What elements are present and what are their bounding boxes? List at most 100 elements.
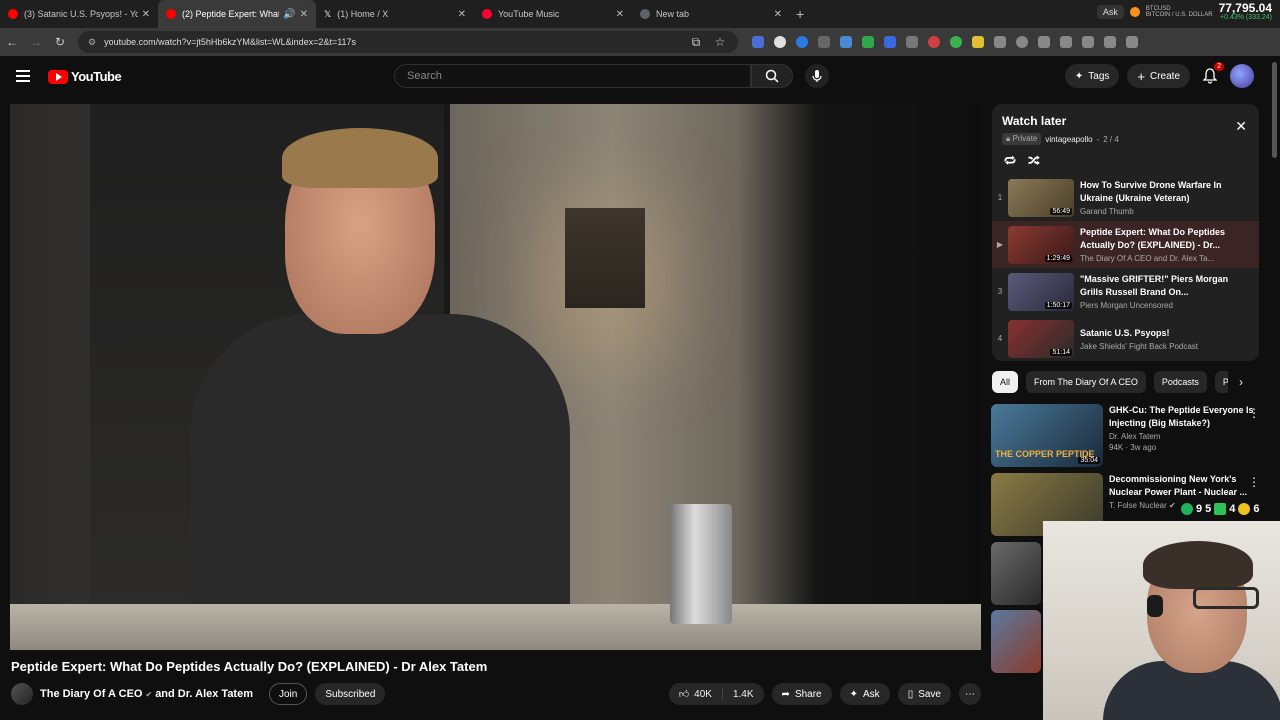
extension-icon[interactable] — [862, 36, 874, 48]
overlay-count: 6 — [1253, 503, 1260, 515]
tags-button[interactable]: ✦ Tags — [1064, 64, 1120, 88]
loop-icon[interactable]: 🔁︎ — [1004, 153, 1016, 170]
chip-podcasts[interactable]: Podcasts — [1153, 371, 1207, 393]
close-tab-icon[interactable]: ✕ — [300, 9, 308, 20]
share-button[interactable]: ➦ Share — [771, 683, 832, 705]
more-actions-button[interactable]: ⋯ — [959, 683, 981, 705]
ask-button[interactable]: ✦ Ask — [839, 683, 890, 705]
video-thumbnail[interactable] — [991, 542, 1041, 605]
chip-from-channel[interactable]: From The Diary Of A CEO — [1026, 371, 1146, 393]
extension-icon[interactable] — [840, 36, 852, 48]
playlist-item-title[interactable]: Peptide Expert: What Do Peptides Actuall… — [1080, 226, 1253, 252]
playlist-title[interactable]: Watch later — [1002, 114, 1249, 128]
like-button[interactable]: 👍︎ 40K — [669, 688, 723, 700]
save-button[interactable]: ▯ Save — [897, 683, 951, 705]
save-label: Save — [918, 688, 941, 700]
recommended-channel[interactable]: Dr. Alex Tatem — [1109, 432, 1258, 441]
account-avatar[interactable] — [1230, 64, 1254, 88]
extension-icon[interactable] — [950, 36, 962, 48]
shuffle-icon[interactable]: 🔀︎ — [1028, 153, 1040, 170]
menu-icon[interactable] — [1126, 36, 1138, 48]
close-tab-icon[interactable]: ✕ — [774, 9, 782, 20]
notifications-button[interactable]: 2 — [1198, 62, 1224, 88]
close-tab-icon[interactable]: ✕ — [458, 9, 466, 20]
video-thumbnail[interactable] — [991, 610, 1041, 673]
ask-button[interactable]: Ask — [1096, 4, 1124, 19]
video-frame-wall-lamp — [565, 208, 645, 308]
recommended-video[interactable]: THE COPPER PEPTIDE 35:04 GHK-Cu: The Pep… — [991, 404, 1280, 470]
code-icon[interactable] — [1060, 36, 1072, 48]
extension-icon[interactable] — [906, 36, 918, 48]
back-icon[interactable]: ← — [0, 35, 24, 49]
green-x-icon — [1181, 503, 1193, 515]
close-tab-icon[interactable]: ✕ — [142, 9, 150, 20]
extension-icon[interactable] — [774, 36, 786, 48]
video-thumbnail[interactable]: 56:49 — [1008, 178, 1074, 217]
channel-name: T. Folse Nuclear — [1109, 501, 1167, 510]
channel-avatar[interactable] — [11, 683, 33, 705]
hamburger-menu-icon[interactable] — [16, 70, 30, 82]
browser-tab[interactable]: (3) Satanic U.S. Psyops! - YouTube ✕ — [0, 0, 158, 28]
extension-icon[interactable] — [1082, 36, 1094, 48]
video-thumbnail[interactable]: 51:14 — [1008, 319, 1074, 358]
more-vertical-icon[interactable]: ⋮ — [1248, 406, 1260, 420]
video-player[interactable] — [10, 104, 981, 650]
browser-tab[interactable]: YouTube Music ✕ — [474, 0, 632, 28]
browser-tab[interactable]: 𝕏 (1) Home / X ✕ — [316, 0, 474, 28]
download-icon[interactable] — [1104, 36, 1116, 48]
browser-tab-active[interactable]: (2) Peptide Expert: What Do Peptides 🔊 ✕ — [158, 0, 316, 28]
new-tab-button[interactable]: + — [796, 6, 804, 22]
playlist-item[interactable]: 4 51:14 Satanic U.S. Psyops! Jake Shield… — [992, 315, 1259, 361]
search-input[interactable]: Search — [394, 64, 751, 88]
playlist-item-title[interactable]: "Massive GRIFTER!" Piers Morgan Grills R… — [1080, 273, 1253, 299]
close-tab-icon[interactable]: ✕ — [616, 9, 624, 20]
site-settings-icon[interactable]: ⚙ — [88, 37, 96, 48]
bookmark-star-icon[interactable]: ☆ — [708, 35, 732, 49]
playlist-item-current[interactable]: ▶ 1:29:49 Peptide Expert: What Do Peptid… — [992, 221, 1259, 268]
video-thumbnail[interactable]: 1:29:49 — [1008, 225, 1074, 264]
recommended-title[interactable]: GHK-Cu: The Peptide Everyone Is Injectin… — [1109, 404, 1258, 430]
more-vertical-icon[interactable]: ⋮ — [1248, 475, 1260, 489]
btc-ticker: Ask BTCUSD BITCOIN / U.S. DOLLAR 77,795.… — [1096, 2, 1272, 21]
speaker-icon[interactable]: 🔊 — [283, 9, 295, 20]
video-thumbnail[interactable]: 1:50:17 — [1008, 272, 1074, 311]
youtube-logo[interactable]: YouTube — [48, 69, 122, 84]
ask-label: Ask — [863, 688, 880, 700]
browser-tab[interactable]: New tab ✕ — [632, 0, 790, 28]
extension-icon[interactable] — [752, 36, 764, 48]
recommended-title[interactable]: Decommissioning New York's Nuclear Power… — [1109, 473, 1258, 499]
extension-icon[interactable] — [972, 36, 984, 48]
url-field[interactable]: ⚙ youtube.com/watch?v=jt5hHb6kzYM&list=W… — [78, 31, 738, 53]
video-thumbnail[interactable]: THE COPPER PEPTIDE 35:04 — [991, 404, 1103, 467]
extension-icon[interactable] — [1038, 36, 1050, 48]
playlist-item-index: 3 — [997, 287, 1003, 296]
create-button[interactable]: + Create — [1127, 64, 1190, 88]
like-count: 40K — [694, 688, 712, 700]
playlist-item[interactable]: 1 56:49 How To Survive Drone Warfare In … — [992, 174, 1259, 221]
extension-icon[interactable] — [818, 36, 830, 48]
search-button[interactable] — [751, 64, 793, 88]
history-icon[interactable] — [1016, 36, 1028, 48]
install-icon[interactable]: ⧉ — [684, 35, 708, 50]
subscribed-button[interactable]: Subscribed — [315, 683, 386, 705]
chip-all[interactable]: All — [992, 371, 1019, 393]
puzzle-icon[interactable] — [994, 36, 1006, 48]
close-icon[interactable]: ✕ — [1235, 118, 1247, 135]
extension-icon[interactable] — [884, 36, 896, 48]
playlist-item-index: 1 — [997, 193, 1003, 202]
extension-icon[interactable] — [796, 36, 808, 48]
playlist-item[interactable]: 3 1:50:17 "Massive GRIFTER!" Piers Morga… — [992, 268, 1259, 315]
playlist-owner[interactable]: vintageapollo — [1045, 135, 1092, 144]
join-button[interactable]: Join — [269, 683, 308, 705]
playlist-item-title[interactable]: Satanic U.S. Psyops! — [1080, 327, 1253, 340]
collaborator-name[interactable]: and Dr. Alex Tatem — [155, 688, 253, 700]
chevron-right-icon[interactable]: › — [1228, 371, 1254, 393]
extension-icon[interactable] — [928, 36, 940, 48]
reload-icon[interactable]: ↻ — [48, 35, 72, 49]
playlist-item-title[interactable]: How To Survive Drone Warfare In Ukraine … — [1080, 179, 1253, 205]
page-scrollbar[interactable] — [1272, 62, 1277, 158]
channel-name[interactable]: The Diary Of A CEO — [40, 688, 142, 700]
forward-icon[interactable]: → — [24, 35, 48, 49]
voice-search-button[interactable] — [805, 64, 829, 88]
dislike-button[interactable]: 1.4K — [723, 689, 764, 700]
